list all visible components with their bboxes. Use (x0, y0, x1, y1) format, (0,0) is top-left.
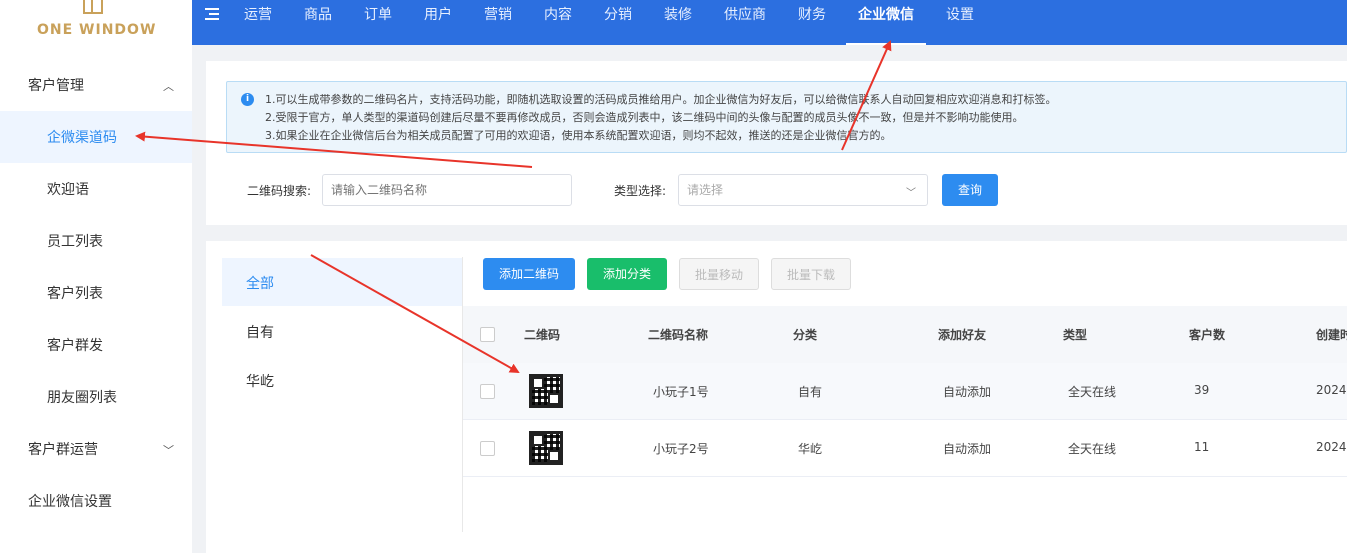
notice-line: 3.如果企业在企业微信后台为相关成员配置了可用的欢迎语，使用本系统配置欢迎语，则… (265, 129, 892, 142)
logo-icon (83, 0, 103, 14)
sidebar-item-moments[interactable]: 朋友圈列表 (0, 371, 192, 423)
qr-code-image[interactable] (529, 431, 563, 465)
main-nav: 运营 商品 订单 用户 营销 内容 分销 装修 供应商 财务 企业微信 设置 (232, 0, 994, 45)
sidebar-group-label: 企业微信设置 (28, 494, 112, 510)
add-friend-cell: 自动添加 (943, 442, 992, 456)
batch-move-button[interactable]: 批量移动 (679, 258, 759, 290)
chevron-down-icon: ﹀ (906, 188, 916, 199)
row-checkbox[interactable] (480, 384, 495, 399)
qr-search-input[interactable] (322, 174, 572, 206)
nav-item-distribution[interactable]: 分销 (592, 0, 644, 45)
nav-item-finance[interactable]: 财务 (786, 0, 838, 45)
sidebar-item-welcome[interactable]: 欢迎语 (0, 163, 192, 215)
notice-alert: i 1.可以生成带参数的二维码名片，支持活码功能，即随机选取设置的活码成员推给用… (226, 81, 1347, 153)
query-button[interactable]: 查询 (942, 174, 998, 206)
column-header: 类型 (1063, 328, 1088, 342)
column-header: 二维码名称 (648, 328, 709, 342)
column-header: 添加好友 (938, 328, 987, 342)
top-nav-bar: ONE WINDOW 运营 商品 订单 用户 营销 内容 分销 装修 供应商 财… (0, 0, 1347, 45)
nav-item-marketing[interactable]: 营销 (472, 0, 524, 45)
type-cell: 全天在线 (1068, 442, 1117, 456)
nav-item-products[interactable]: 商品 (292, 0, 344, 45)
nav-item-operations[interactable]: 运营 (232, 0, 284, 45)
customer-count-cell: 11 (1194, 440, 1210, 454)
info-icon: i (241, 93, 254, 106)
category-label: 自有 (246, 325, 274, 341)
chevron-down-icon: ﹀ (163, 444, 174, 457)
category-item-own[interactable]: 自有 (222, 307, 462, 355)
sidebar: 客户管理 ︿ 企微渠道码 欢迎语 员工列表 客户列表 客户群发 朋友圈列表 客户… (0, 45, 192, 553)
type-label: 类型选择: (614, 184, 667, 198)
category-item-all[interactable]: 全部 (222, 258, 462, 306)
sidebar-item-mass-message[interactable]: 客户群发 (0, 319, 192, 371)
category-label: 华屹 (246, 374, 274, 390)
table-row[interactable]: 小玩子1号 自有 自动添加 全天在线 39 2024 (463, 363, 1347, 420)
search-label: 二维码搜索: (247, 184, 312, 198)
select-all-checkbox[interactable] (480, 327, 495, 342)
category-item-huayi[interactable]: 华屹 (222, 356, 462, 404)
add-qr-code-button[interactable]: 添加二维码 (483, 258, 575, 290)
qr-name-cell: 小玩子1号 (653, 385, 709, 399)
qr-name-cell: 小玩子2号 (653, 442, 709, 456)
row-checkbox[interactable] (480, 441, 495, 456)
category-label: 全部 (246, 276, 274, 292)
sidebar-group-customer-groups[interactable]: 客户群运营 ﹀ (0, 423, 192, 475)
table-row[interactable]: 小玩子2号 华屹 自动添加 全天在线 11 2024 (463, 420, 1347, 477)
column-header: 客户数 (1189, 328, 1226, 342)
column-header: 分类 (793, 328, 818, 342)
sidebar-group-wecom-settings[interactable]: 企业微信设置 (0, 475, 192, 527)
chevron-up-icon: ︿ (163, 80, 174, 93)
sidebar-item-label: 企微渠道码 (47, 130, 117, 146)
sidebar-group-customer-management[interactable]: 客户管理 ︿ (0, 59, 192, 111)
sidebar-group-label: 客户管理 (28, 78, 84, 94)
menu-collapse-icon[interactable] (205, 8, 219, 20)
created-cell: 2024 (1316, 383, 1347, 397)
sidebar-item-label: 欢迎语 (47, 182, 89, 198)
nav-item-wecom[interactable]: 企业微信 (846, 0, 926, 45)
nav-item-decoration[interactable]: 装修 (652, 0, 704, 45)
created-cell: 2024 (1316, 440, 1347, 454)
notice-line: 2.受限于官方，单人类型的渠道码创建后尽量不要再修改成员，否则会造成列表中，该二… (265, 111, 1024, 124)
nav-item-content[interactable]: 内容 (532, 0, 584, 45)
sidebar-item-staff-list[interactable]: 员工列表 (0, 215, 192, 267)
sidebar-item-label: 朋友圈列表 (47, 390, 117, 406)
category-list: 全部 自有 华屹 (222, 257, 463, 532)
category-cell: 华屹 (798, 442, 823, 456)
sidebar-item-label: 员工列表 (47, 234, 103, 250)
brand-name: ONE WINDOW (37, 22, 157, 38)
qr-code-panel: 全部 自有 华屹 添加二维码 添加分类 批量移动 批量下载 二维码 二维码名称 … (206, 241, 1347, 553)
sidebar-item-channel-code[interactable]: 企微渠道码 (0, 111, 192, 163)
nav-item-users[interactable]: 用户 (412, 0, 464, 45)
sidebar-group-label: 客户群运营 (28, 442, 98, 458)
type-cell: 全天在线 (1068, 385, 1117, 399)
sidebar-item-label: 客户列表 (47, 286, 103, 302)
sidebar-item-label: 客户群发 (47, 338, 103, 354)
nav-item-suppliers[interactable]: 供应商 (712, 0, 778, 45)
batch-download-button[interactable]: 批量下载 (771, 258, 851, 290)
column-header: 创建时 (1316, 328, 1347, 342)
notice-line: 1.可以生成带参数的二维码名片，支持活码功能，即随机选取设置的活码成员推给用户。… (265, 93, 1057, 106)
table-header: 二维码 二维码名称 分类 添加好友 类型 客户数 创建时 (463, 306, 1347, 363)
sidebar-item-customer-list[interactable]: 客户列表 (0, 267, 192, 319)
brand-logo[interactable]: ONE WINDOW (0, 0, 192, 45)
nav-item-orders[interactable]: 订单 (352, 0, 404, 45)
category-cell: 自有 (798, 385, 823, 399)
notice-text: 1.可以生成带参数的二维码名片，支持活码功能，即随机选取设置的活码成员推给用户。… (265, 91, 1057, 145)
add-category-button[interactable]: 添加分类 (587, 258, 667, 290)
type-select[interactable]: 请选择 (678, 174, 928, 206)
nav-item-settings[interactable]: 设置 (934, 0, 986, 45)
customer-count-cell: 39 (1194, 383, 1210, 397)
filter-panel: i 1.可以生成带参数的二维码名片，支持活码功能，即随机选取设置的活码成员推给用… (206, 61, 1347, 225)
add-friend-cell: 自动添加 (943, 385, 992, 399)
column-header: 二维码 (524, 328, 561, 342)
qr-code-image[interactable] (529, 374, 563, 408)
